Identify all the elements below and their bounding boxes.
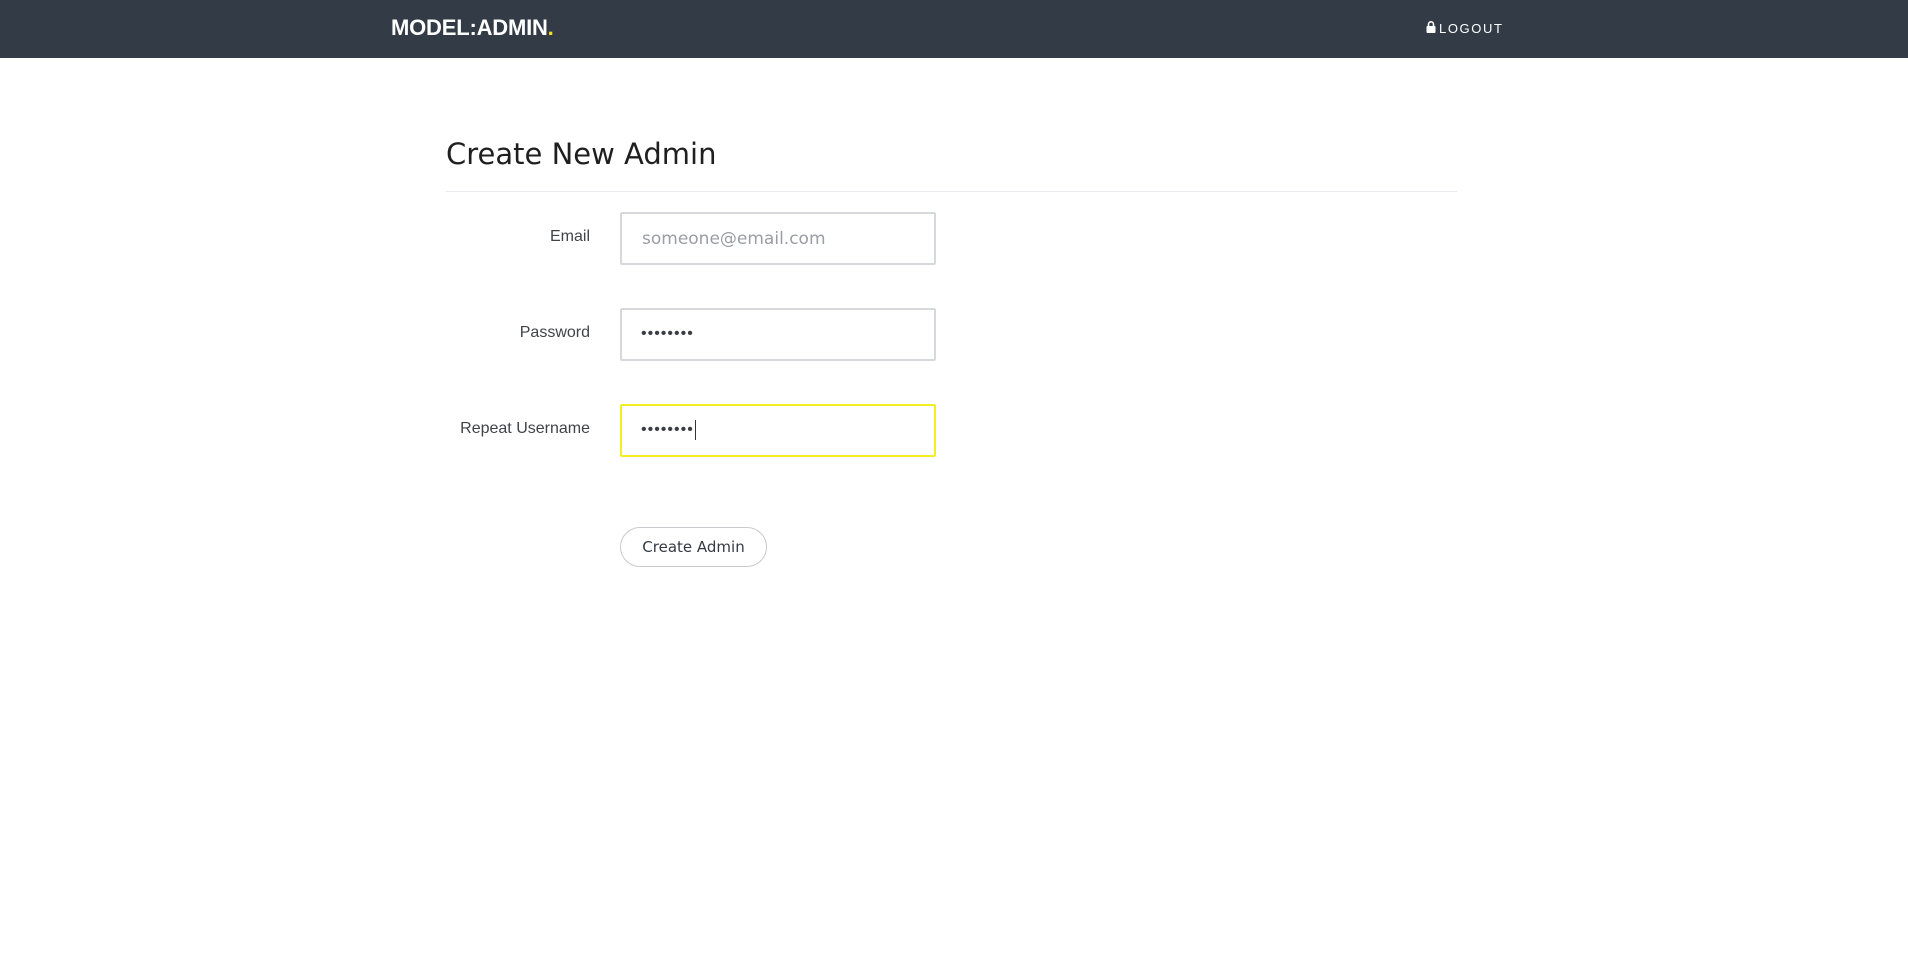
logout-label: LOGOUT <box>1439 20 1504 36</box>
brand-logo[interactable]: MODEL:ADMIN. <box>391 15 554 41</box>
email-field[interactable] <box>620 212 936 265</box>
brand-dot: . <box>547 15 554 40</box>
lock-icon <box>1426 21 1436 33</box>
create-admin-button[interactable]: Create Admin <box>620 527 767 567</box>
title-divider <box>446 191 1457 192</box>
page-title: Create New Admin <box>446 137 717 171</box>
brand-text: MODEL:ADMIN <box>391 15 548 40</box>
repeat-username-label: Repeat Username <box>460 420 590 437</box>
password-field[interactable] <box>620 308 936 361</box>
password-label: Password <box>519 324 590 341</box>
top-navbar: MODEL:ADMIN. LOGOUT <box>0 0 1908 58</box>
logout-link[interactable]: LOGOUT <box>1426 18 1504 38</box>
email-label: Email <box>549 228 590 245</box>
repeat-username-field[interactable] <box>620 404 936 457</box>
